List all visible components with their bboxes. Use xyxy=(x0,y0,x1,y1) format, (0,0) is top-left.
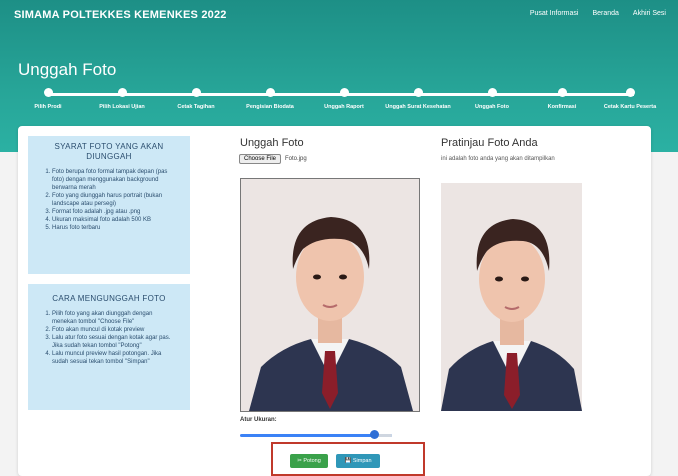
step-dot xyxy=(625,88,635,97)
step-label: Unggah Raport xyxy=(324,104,364,110)
step-pilih-prodi: Pilih Prodi xyxy=(13,88,83,111)
nav-link-pusat-informasi[interactable]: Pusat Informasi xyxy=(530,10,579,17)
step-label: Cetak Kartu Peserta xyxy=(603,104,657,110)
choose-file-button[interactable]: Choose File xyxy=(239,154,282,164)
preview-title: Pratinjau Foto Anda xyxy=(441,137,538,149)
step-label: Unggah Foto xyxy=(475,104,509,110)
top-nav-links: Pusat Informasi Beranda Akhiri Sesi xyxy=(530,10,666,17)
preview-image-area xyxy=(441,183,582,411)
step-unggah-raport: Unggah Raport xyxy=(309,88,379,111)
step-unggah-surat-kesehatan: Unggah Surat Kesehatan xyxy=(383,88,453,111)
step-label: Cetak Tagihan xyxy=(177,104,215,110)
slider-thumb[interactable] xyxy=(369,430,379,439)
save-button[interactable]: 💾 Simpan xyxy=(336,454,380,468)
list-item: Format foto adalah .jpg atau .png xyxy=(52,208,172,216)
step-label: Konfirmasi xyxy=(547,104,577,110)
list-item: Harus foto terbaru xyxy=(52,224,172,232)
step-pengisian-biodata: Pengisian Biodata xyxy=(235,88,305,111)
step-konfirmasi: Konfirmasi xyxy=(527,88,597,111)
step-dot xyxy=(117,88,127,97)
upload-card: SYARAT FOTO YANG AKAN DIUNGGAH Foto beru… xyxy=(18,126,651,476)
step-dot xyxy=(413,88,423,97)
action-buttons-highlight: ✂ Potong 💾 Simpan xyxy=(271,442,425,476)
nav-link-beranda[interactable]: Beranda xyxy=(592,10,618,17)
step-dot xyxy=(487,88,497,97)
list-item: Foto akan muncul di kotak preview xyxy=(52,326,176,334)
instructions-list: Pilih foto yang akan diunggah dengan men… xyxy=(38,310,176,366)
step-dot xyxy=(339,88,349,97)
crop-image-area[interactable] xyxy=(240,178,420,412)
crop-button[interactable]: ✂ Potong xyxy=(290,454,328,468)
requirements-list: Foto berupa foto formal tampak depan (pa… xyxy=(38,168,172,232)
list-item: Lalu atur foto sesuai dengan kotak agar … xyxy=(52,334,176,350)
photo-requirements-box: SYARAT FOTO YANG AKAN DIUNGGAH Foto beru… xyxy=(28,136,190,274)
brand-title[interactable]: SIMAMA POLTEKKES KEMENKES 2022 xyxy=(14,9,227,21)
step-dot xyxy=(43,88,53,97)
step-label: Unggah Surat Kesehatan xyxy=(385,104,451,110)
zoom-label: Atur Ukuran: xyxy=(240,417,277,423)
step-pilih-lokasi-ujian: Pilih Lokasi Ujian xyxy=(87,88,157,111)
list-item: Foto berupa foto formal tampak depan (pa… xyxy=(52,168,172,192)
uploaded-photo xyxy=(241,179,419,411)
nav-link-akhiri-sesi[interactable]: Akhiri Sesi xyxy=(633,10,666,17)
step-dot xyxy=(191,88,201,97)
requirements-title: SYARAT FOTO YANG AKAN DIUNGGAH xyxy=(54,142,164,161)
step-cetak-tagihan: Cetak Tagihan xyxy=(161,88,231,111)
preview-subtitle: ini adalah foto anda yang akan ditampilk… xyxy=(441,156,555,162)
step-unggah-foto: Unggah Foto xyxy=(457,88,527,111)
file-name-text: Foto.jpg xyxy=(285,156,307,162)
step-label: Pengisian Biodata xyxy=(246,104,294,110)
list-item: Ukuran maksimal foto adalah 500 KB xyxy=(52,216,172,224)
step-cetak-kartu-peserta: Cetak Kartu Peserta xyxy=(595,88,665,111)
step-label: Pilih Lokasi Ujian xyxy=(99,104,145,110)
step-dot xyxy=(265,88,275,97)
upload-instructions-box: CARA MENGUNGGAH FOTO Pilih foto yang aka… xyxy=(28,284,190,410)
upload-title: Unggah Foto xyxy=(240,137,304,149)
progress-stepper: Pilih Prodi Pilih Lokasi Ujian Cetak Tag… xyxy=(34,88,656,128)
list-item: Foto yang diunggah harus portrait (bukan… xyxy=(52,192,172,208)
instructions-title: CARA MENGUNGGAH FOTO xyxy=(52,294,166,303)
page-title: Unggah Foto xyxy=(18,60,117,79)
file-input: Choose File Foto.jpg xyxy=(239,154,307,164)
step-dot xyxy=(557,88,567,97)
list-item: Lalu muncul preview hasil potongan. Jika… xyxy=(52,350,176,366)
zoom-slider[interactable] xyxy=(240,430,392,440)
step-label: Pilih Prodi xyxy=(34,104,62,110)
list-item: Pilih foto yang akan diunggah dengan men… xyxy=(52,310,176,326)
preview-photo xyxy=(441,183,582,411)
top-navbar: SIMAMA POLTEKKES KEMENKES 2022 Pusat Inf… xyxy=(0,0,678,30)
